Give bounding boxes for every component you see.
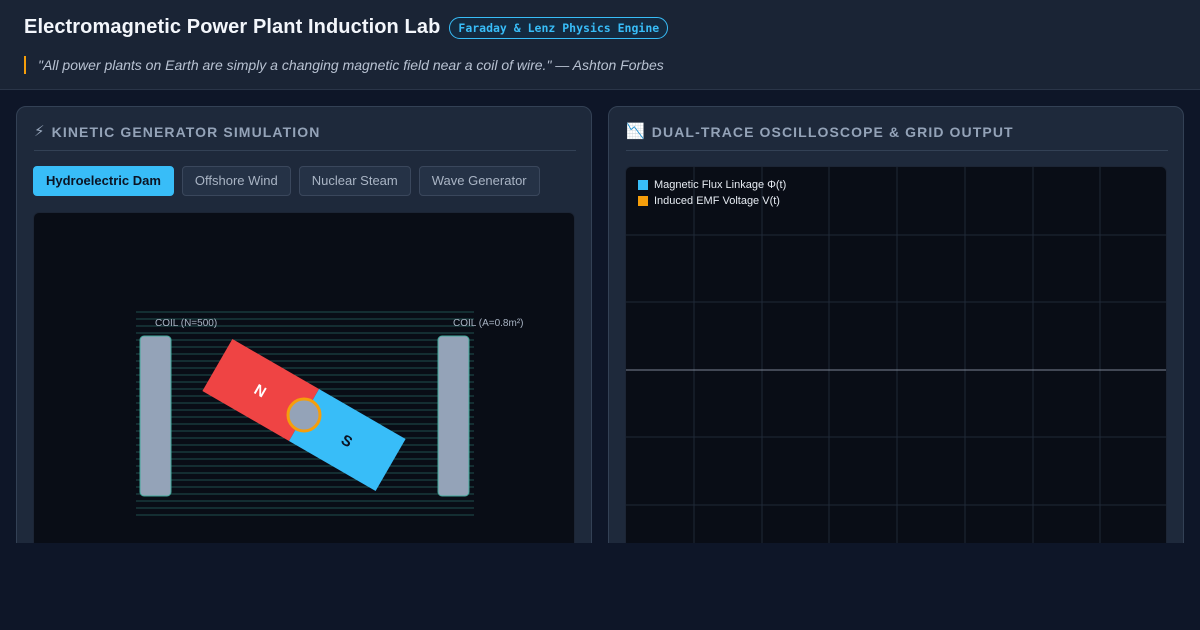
legend-label-emf: Induced EMF Voltage V(t) bbox=[654, 195, 780, 207]
oscilloscope-panel-title: DUAL-TRACE OSCILLOSCOPE & GRID OUTPUT bbox=[651, 124, 1014, 140]
legend-swatch-emf bbox=[638, 196, 648, 206]
tab-offshore-wind[interactable]: Offshore Wind bbox=[181, 166, 291, 196]
simulation-panel-heading: ⚡ KINETIC GENERATOR SIMULATION bbox=[34, 123, 576, 151]
oscilloscope-display[interactable]: Magnetic Flux Linkage Φ(t) Induced EMF V… bbox=[625, 166, 1167, 556]
viewport-bottom bbox=[0, 543, 1200, 630]
tab-wave-generator[interactable]: Wave Generator bbox=[418, 166, 540, 196]
tab-nuclear-steam[interactable]: Nuclear Steam bbox=[298, 166, 411, 196]
coil-left bbox=[139, 335, 172, 497]
legend-item-flux: Magnetic Flux Linkage Φ(t) bbox=[638, 177, 786, 193]
oscilloscope-panel-heading: 📉 DUAL-TRACE OSCILLOSCOPE & GRID OUTPUT bbox=[626, 123, 1168, 151]
oscilloscope-legend: Magnetic Flux Linkage Φ(t) Induced EMF V… bbox=[638, 177, 786, 209]
oscilloscope-panel: 📉 DUAL-TRACE OSCILLOSCOPE & GRID OUTPUT … bbox=[608, 106, 1184, 566]
legend-label-flux: Magnetic Flux Linkage Φ(t) bbox=[654, 179, 787, 191]
plant-type-tabs: Hydroelectric Dam Offshore Wind Nuclear … bbox=[33, 166, 548, 196]
app-header: Electromagnetic Power Plant Induction La… bbox=[0, 0, 1200, 90]
coil-right-label: COIL (A=0.8m²) bbox=[453, 318, 523, 329]
chart-decreasing-icon: 📉 bbox=[626, 123, 646, 140]
legend-item-emf: Induced EMF Voltage V(t) bbox=[638, 193, 786, 209]
generator-simulation-panel: ⚡ KINETIC GENERATOR SIMULATION Hydroelec… bbox=[16, 106, 592, 566]
title-row: Electromagnetic Power Plant Induction La… bbox=[24, 16, 669, 39]
legend-swatch-flux bbox=[638, 180, 648, 190]
generator-simulation-canvas[interactable]: COIL (N=500) COIL (A=0.8m²) N S bbox=[33, 212, 575, 552]
coil-right bbox=[437, 335, 470, 497]
lightning-bolt-icon: ⚡ bbox=[34, 123, 46, 140]
header-quote: "All power plants on Earth are simply a … bbox=[24, 56, 664, 74]
app-title: Electromagnetic Power Plant Induction La… bbox=[24, 16, 441, 38]
simulation-panel-title: KINETIC GENERATOR SIMULATION bbox=[51, 124, 321, 140]
generator-svg: COIL (N=500) COIL (A=0.8m²) N S bbox=[136, 311, 523, 516]
tab-hydroelectric-dam[interactable]: Hydroelectric Dam bbox=[33, 166, 174, 196]
physics-engine-badge: Faraday & Lenz Physics Engine bbox=[449, 16, 669, 39]
rotor-axle bbox=[286, 397, 322, 433]
oscilloscope-grid bbox=[626, 167, 1166, 555]
coil-left-label: COIL (N=500) bbox=[155, 318, 217, 329]
